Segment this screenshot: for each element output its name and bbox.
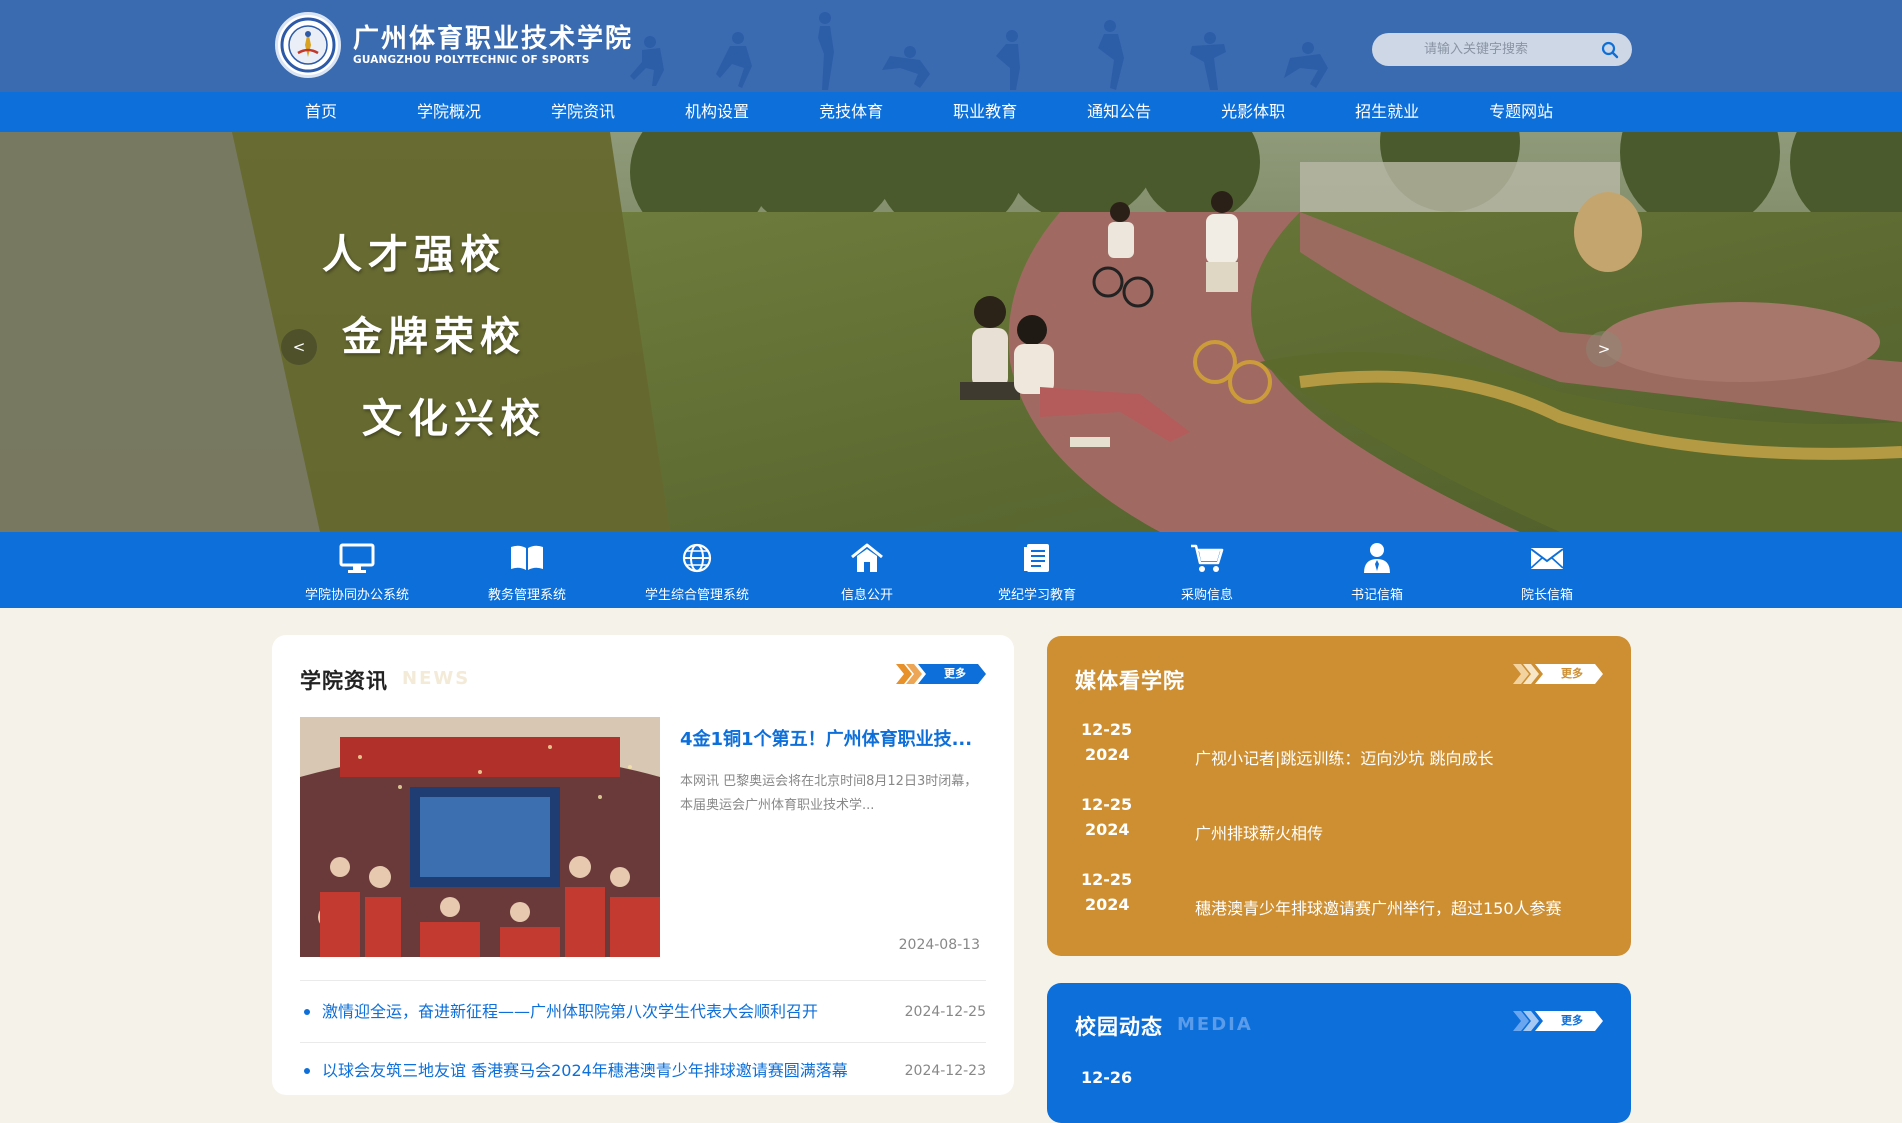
media-more-button[interactable]: 更多 bbox=[1513, 663, 1603, 685]
nav-item-gallery[interactable]: 光影体职 bbox=[1186, 92, 1320, 132]
campus-panel-title: 校园动态 bbox=[1075, 1015, 1163, 1039]
more-chevron-icon bbox=[1513, 664, 1603, 684]
logo-english-name: GUANGZHOU POLYTECHNIC OF SPORTS bbox=[353, 54, 590, 66]
logo-chinese-name: 广州体育职业技术学院 bbox=[353, 24, 634, 54]
featured-news-photo[interactable] bbox=[300, 717, 660, 957]
news-divider bbox=[300, 980, 986, 981]
featured-news-date: 2024-08-13 bbox=[898, 937, 980, 953]
media-list-item[interactable]: 12-25 2024 广视小记者|跳远训练：迈向沙坑 跳向成长 bbox=[1081, 720, 1601, 772]
news-panel: 学院资讯 NEWS 更多 4金1铜1个第五！广州体育职业技... 本网讯 巴黎奥… bbox=[272, 635, 1014, 1095]
mail-icon bbox=[1530, 548, 1564, 569]
media-item-year: 2024 bbox=[1085, 820, 1130, 839]
media-item-title: 广州排球薪火相传 bbox=[1195, 824, 1324, 843]
athlete-silhouettes-decoration bbox=[630, 12, 1328, 90]
media-item-date: 12-25 bbox=[1081, 720, 1133, 739]
news-item-title: 以球会友筑三地友谊 香港赛马会2024年穗港澳青少年排球邀请赛圆满落幕 bbox=[322, 1061, 848, 1080]
quick-link-academic-system[interactable]: 教务管理系统 bbox=[442, 532, 612, 608]
news-more-button[interactable]: 更多 bbox=[896, 663, 986, 685]
media-item-title: 广视小记者|跳远训练：迈向沙坑 跳向成长 bbox=[1195, 749, 1494, 768]
campus-more-button[interactable]: 更多 bbox=[1513, 1010, 1603, 1032]
hero-banner: 人才强校 金牌荣校 文化兴校 < > bbox=[0, 132, 1902, 532]
nav-item-departments[interactable]: 机构设置 bbox=[650, 92, 784, 132]
search-icon[interactable] bbox=[1600, 40, 1620, 60]
campus-item-date: 12-26 bbox=[1081, 1068, 1133, 1087]
more-chevron-icon bbox=[896, 664, 986, 684]
nav-item-special-sites[interactable]: 专题网站 bbox=[1454, 92, 1588, 132]
bullet-dot bbox=[304, 1068, 310, 1074]
quick-link-student-system[interactable]: 学生综合管理系统 bbox=[612, 532, 782, 608]
news-item-date: 2024-12-23 bbox=[904, 1063, 986, 1079]
monitor-icon bbox=[339, 543, 375, 573]
media-item-year: 2024 bbox=[1085, 745, 1130, 764]
more-label: 更多 bbox=[1561, 667, 1583, 680]
banner-slogan-2: 金牌荣校 bbox=[342, 314, 526, 360]
media-list-item[interactable]: 12-25 2024 广州排球薪火相传 bbox=[1081, 795, 1601, 847]
more-chevron-icon bbox=[1513, 1011, 1603, 1031]
document-icon bbox=[1024, 544, 1049, 572]
banner-prev-button[interactable]: < bbox=[281, 329, 317, 365]
media-list-item[interactable]: 12-25 2024 穗港澳青少年排球邀请赛广州举行，超过150人参赛 bbox=[1081, 870, 1601, 922]
person-icon bbox=[1364, 543, 1390, 573]
quick-link-label: 教务管理系统 bbox=[487, 588, 566, 603]
search-box bbox=[1372, 33, 1632, 66]
news-photo-image bbox=[300, 717, 660, 957]
nav-item-admissions[interactable]: 招生就业 bbox=[1320, 92, 1454, 132]
cart-icon bbox=[1191, 544, 1224, 572]
news-panel-title: 学院资讯 bbox=[300, 669, 388, 693]
featured-news-summary: 本网讯 巴黎奥运会将在北京时间8月12日3时闭幕，本届奥运会广州体育职业技术学.… bbox=[680, 774, 978, 813]
search-input[interactable] bbox=[1372, 33, 1602, 66]
news-list-item[interactable]: 激情迎全运，奋进新征程——广州体职院第八次学生代表大会顺利召开 2024-12-… bbox=[300, 997, 986, 1027]
quick-link-procurement[interactable]: 采购信息 bbox=[1122, 532, 1292, 608]
quick-link-label: 采购信息 bbox=[1180, 588, 1233, 603]
quick-link-party-education[interactable]: 党纪学习教育 bbox=[952, 532, 1122, 608]
news-item-date: 2024-12-25 bbox=[904, 1004, 986, 1020]
college-seal-logo bbox=[275, 12, 341, 78]
nav-item-notices[interactable]: 通知公告 bbox=[1052, 92, 1186, 132]
main-navigation: 首页 学院概况 学院资讯 机构设置 竞技体育 职业教育 通知公告 光影体职 招生… bbox=[0, 92, 1902, 132]
more-label: 更多 bbox=[944, 667, 966, 680]
quick-link-label: 学院协同办公系统 bbox=[304, 588, 409, 603]
quick-link-label: 信息公开 bbox=[840, 588, 893, 603]
news-item-title: 激情迎全运，奋进新征程——广州体职院第八次学生代表大会顺利召开 bbox=[322, 1002, 819, 1021]
nav-item-competitive-sports[interactable]: 竞技体育 bbox=[784, 92, 918, 132]
campus-panel-subtitle: MEDIA bbox=[1177, 1014, 1253, 1035]
site-logo[interactable]: 广州体育职业技术学院 GUANGZHOU POLYTECHNIC OF SPOR… bbox=[275, 12, 633, 78]
campus-photo bbox=[0, 132, 1902, 532]
news-panel-subtitle: NEWS bbox=[402, 668, 471, 689]
globe-icon bbox=[682, 543, 712, 573]
nav-item-news[interactable]: 学院资讯 bbox=[516, 92, 650, 132]
news-divider bbox=[300, 1042, 986, 1043]
quick-link-label: 书记信箱 bbox=[1350, 588, 1403, 603]
more-label: 更多 bbox=[1561, 1014, 1583, 1027]
quick-links-bar: 学院协同办公系统 教务管理系统 学生综合管理系统 信息公开 党纪学习教育 采购信… bbox=[0, 532, 1902, 608]
nav-item-about[interactable]: 学院概况 bbox=[382, 92, 516, 132]
media-item-title: 穗港澳青少年排球邀请赛广州举行，超过150人参赛 bbox=[1195, 899, 1562, 918]
quick-link-info-disclosure[interactable]: 信息公开 bbox=[782, 532, 952, 608]
banner-slogan-3: 文化兴校 bbox=[362, 396, 546, 442]
media-item-date: 12-25 bbox=[1081, 795, 1133, 814]
home-icon bbox=[851, 543, 883, 572]
banner-next-button[interactable]: > bbox=[1586, 331, 1622, 367]
media-item-year: 2024 bbox=[1085, 895, 1130, 914]
media-panel-title: 媒体看学院 bbox=[1075, 669, 1185, 693]
banner-slogan-1: 人才强校 bbox=[322, 232, 506, 278]
nav-item-vocational-education[interactable]: 职业教育 bbox=[918, 92, 1052, 132]
quick-link-secretary-mailbox[interactable]: 书记信箱 bbox=[1292, 532, 1462, 608]
quick-link-label: 学生综合管理系统 bbox=[644, 588, 749, 603]
featured-news-title[interactable]: 4金1铜1个第五！广州体育职业技... bbox=[680, 725, 990, 751]
nav-item-home[interactable]: 首页 bbox=[270, 92, 382, 132]
quick-link-label: 院长信箱 bbox=[1520, 588, 1573, 603]
open-book-icon bbox=[511, 545, 543, 570]
quick-link-label: 党纪学习教育 bbox=[997, 588, 1076, 603]
media-panel: 媒体看学院 更多 12-25 2024 广视小记者|跳远训练：迈向沙坑 跳向成长… bbox=[1047, 636, 1631, 956]
bullet-dot bbox=[304, 1009, 310, 1015]
quick-link-office-system[interactable]: 学院协同办公系统 bbox=[272, 532, 442, 608]
media-item-date: 12-25 bbox=[1081, 870, 1133, 889]
site-header: 广州体育职业技术学院 GUANGZHOU POLYTECHNIC OF SPOR… bbox=[0, 0, 1902, 92]
campus-news-panel: 校园动态 MEDIA 更多 12-26 bbox=[1047, 983, 1631, 1123]
quick-link-president-mailbox[interactable]: 院长信箱 bbox=[1462, 532, 1632, 608]
news-list-item[interactable]: 以球会友筑三地友谊 香港赛马会2024年穗港澳青少年排球邀请赛圆满落幕 2024… bbox=[300, 1056, 986, 1086]
